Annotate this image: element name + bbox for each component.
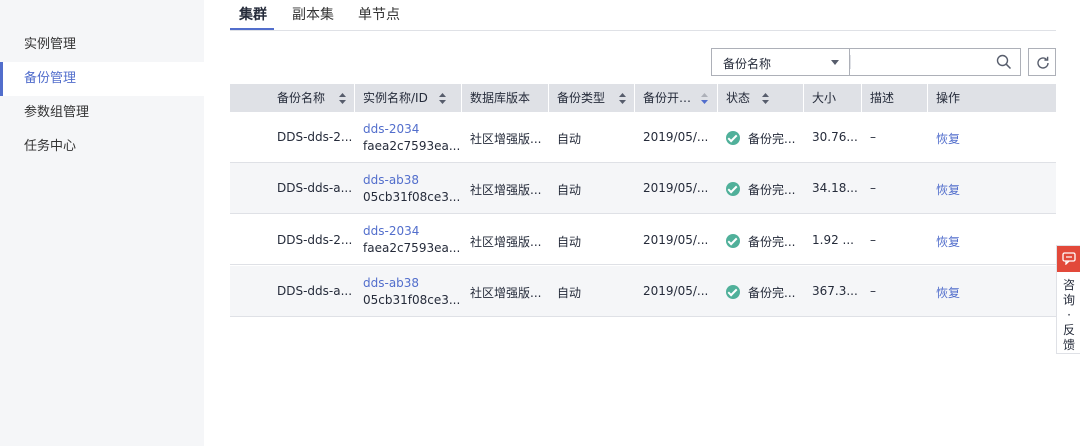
db-version: 社区增强版... — [470, 235, 542, 249]
header-label: 状态 — [726, 91, 751, 105]
success-check-icon — [726, 131, 740, 145]
tab-replica-set[interactable]: 副本集 — [292, 4, 334, 24]
backup-start: 2019/05/... — [643, 130, 709, 144]
success-check-icon — [726, 234, 740, 248]
tab-single-node[interactable]: 单节点 — [358, 4, 400, 24]
instance-name-link[interactable]: dds-ab38 — [363, 276, 419, 290]
caret-down-icon — [831, 60, 839, 65]
header-label: 操作 — [936, 91, 961, 105]
backup-size: 30.76... — [812, 130, 858, 144]
description: – — [870, 233, 876, 247]
sidebar-item-task-center[interactable]: 任务中心 — [0, 130, 204, 164]
instance-name-link[interactable]: dds-2034 — [363, 122, 419, 136]
header-label: 备份类型 — [557, 91, 606, 105]
restore-link[interactable]: 恢复 — [936, 233, 960, 250]
header-label: 大小 — [812, 91, 837, 105]
description: – — [870, 130, 876, 144]
sidebar-item-parameter-groups[interactable]: 参数组管理 — [0, 96, 204, 130]
refresh-button[interactable] — [1028, 48, 1056, 76]
search-field-select-value: 备份名称 — [723, 57, 772, 71]
backup-name: DDS-dds-a... — [277, 181, 353, 195]
chat-icon — [1062, 252, 1076, 265]
backup-type: 自动 — [557, 286, 582, 300]
header-size: 大小 — [802, 84, 837, 112]
search-icon[interactable] — [996, 54, 1012, 70]
search-input[interactable] — [850, 49, 990, 75]
sidebar-item-instances[interactable]: 实例管理 — [0, 28, 204, 62]
header-backup-name[interactable]: 备份名称 — [277, 84, 346, 112]
description: – — [870, 181, 876, 195]
backup-start: 2019/05/... — [643, 284, 709, 298]
status-text: 备份完... — [748, 286, 796, 300]
backup-type: 自动 — [557, 235, 582, 249]
tab-bar: 集群 副本集 单节点 — [230, 0, 1056, 31]
header-backup-start[interactable]: 备份开… — [633, 84, 708, 112]
success-check-icon — [726, 285, 740, 299]
header-instance[interactable]: 实例名称/ID — [354, 84, 446, 112]
refresh-icon — [1037, 56, 1049, 69]
table-row: DDS-dds-a... dds-ab38 05cb31f08ce3... 社区… — [230, 266, 1056, 317]
header-actions: 操作 — [926, 84, 961, 112]
restore-link[interactable]: 恢复 — [936, 284, 960, 301]
header-label: 数据库版本 — [470, 91, 531, 105]
sidebar-item-backups[interactable]: 备份管理 — [0, 62, 204, 96]
header-status[interactable]: 状态 — [716, 84, 769, 112]
backup-name: DDS-dds-2... — [277, 233, 353, 247]
instance-id: 05cb31f08ce3... — [363, 293, 461, 307]
header-label: 描述 — [870, 91, 895, 105]
backup-size: 1.92 ... — [812, 233, 854, 247]
backup-size: 34.18... — [812, 181, 858, 195]
sort-icon[interactable] — [439, 93, 446, 104]
search-box — [849, 48, 1021, 76]
backup-start: 2019/05/... — [643, 233, 709, 247]
restore-link[interactable]: 恢复 — [936, 181, 960, 198]
sort-active-icon[interactable] — [701, 93, 708, 104]
db-version: 社区增强版... — [470, 286, 542, 300]
instance-name-link[interactable]: dds-ab38 — [363, 173, 419, 187]
instance-id: faea2c7593ea... — [363, 241, 461, 255]
table-row: DDS-dds-a... dds-ab38 05cb31f08ce3... 社区… — [230, 163, 1056, 214]
search-field-select[interactable]: 备份名称 — [711, 48, 849, 76]
feedback-label: 咨询·反馈 — [1062, 278, 1075, 352]
status-text: 备份完... — [748, 235, 796, 249]
success-check-icon — [726, 182, 740, 196]
restore-link[interactable]: 恢复 — [936, 130, 960, 147]
table-header: 备份名称 实例名称/ID 数据库版本 备份类型 备份开… 状态 大小 描述 操作 — [230, 84, 1056, 112]
backup-name: DDS-dds-2... — [277, 130, 353, 144]
table-row: DDS-dds-2... dds-2034 faea2c7593ea... 社区… — [230, 112, 1056, 163]
tab-cluster[interactable]: 集群 — [239, 4, 267, 24]
table-row: DDS-dds-2... dds-2034 faea2c7593ea... 社区… — [230, 214, 1056, 265]
backup-start: 2019/05/... — [643, 181, 709, 195]
status-text: 备份完... — [748, 183, 796, 197]
db-version: 社区增强版... — [470, 183, 542, 197]
feedback-tab[interactable]: 咨询·反馈 — [1056, 245, 1080, 354]
sort-icon[interactable] — [762, 93, 769, 104]
backup-size: 367.3... — [812, 284, 858, 298]
sidebar: 实例管理 备份管理 参数组管理 任务中心 — [0, 0, 204, 446]
feedback-icon-area — [1057, 246, 1080, 272]
instance-id: 05cb31f08ce3... — [363, 190, 461, 204]
status-text: 备份完... — [748, 132, 796, 146]
backup-type: 自动 — [557, 183, 582, 197]
db-version: 社区增强版... — [470, 132, 542, 146]
backup-name: DDS-dds-a... — [277, 284, 353, 298]
header-description: 描述 — [860, 84, 895, 112]
header-label: 备份开… — [643, 91, 692, 105]
backup-type: 自动 — [557, 132, 582, 146]
header-db-version: 数据库版本 — [460, 84, 531, 112]
sort-icon[interactable] — [339, 93, 346, 104]
header-label: 实例名称/ID — [363, 91, 428, 105]
active-tab-indicator — [230, 28, 274, 30]
sort-icon[interactable] — [619, 93, 626, 104]
header-label: 备份名称 — [277, 91, 326, 105]
description: – — [870, 284, 876, 298]
header-backup-type[interactable]: 备份类型 — [547, 84, 626, 112]
instance-name-link[interactable]: dds-2034 — [363, 224, 419, 238]
instance-id: faea2c7593ea... — [363, 139, 461, 153]
